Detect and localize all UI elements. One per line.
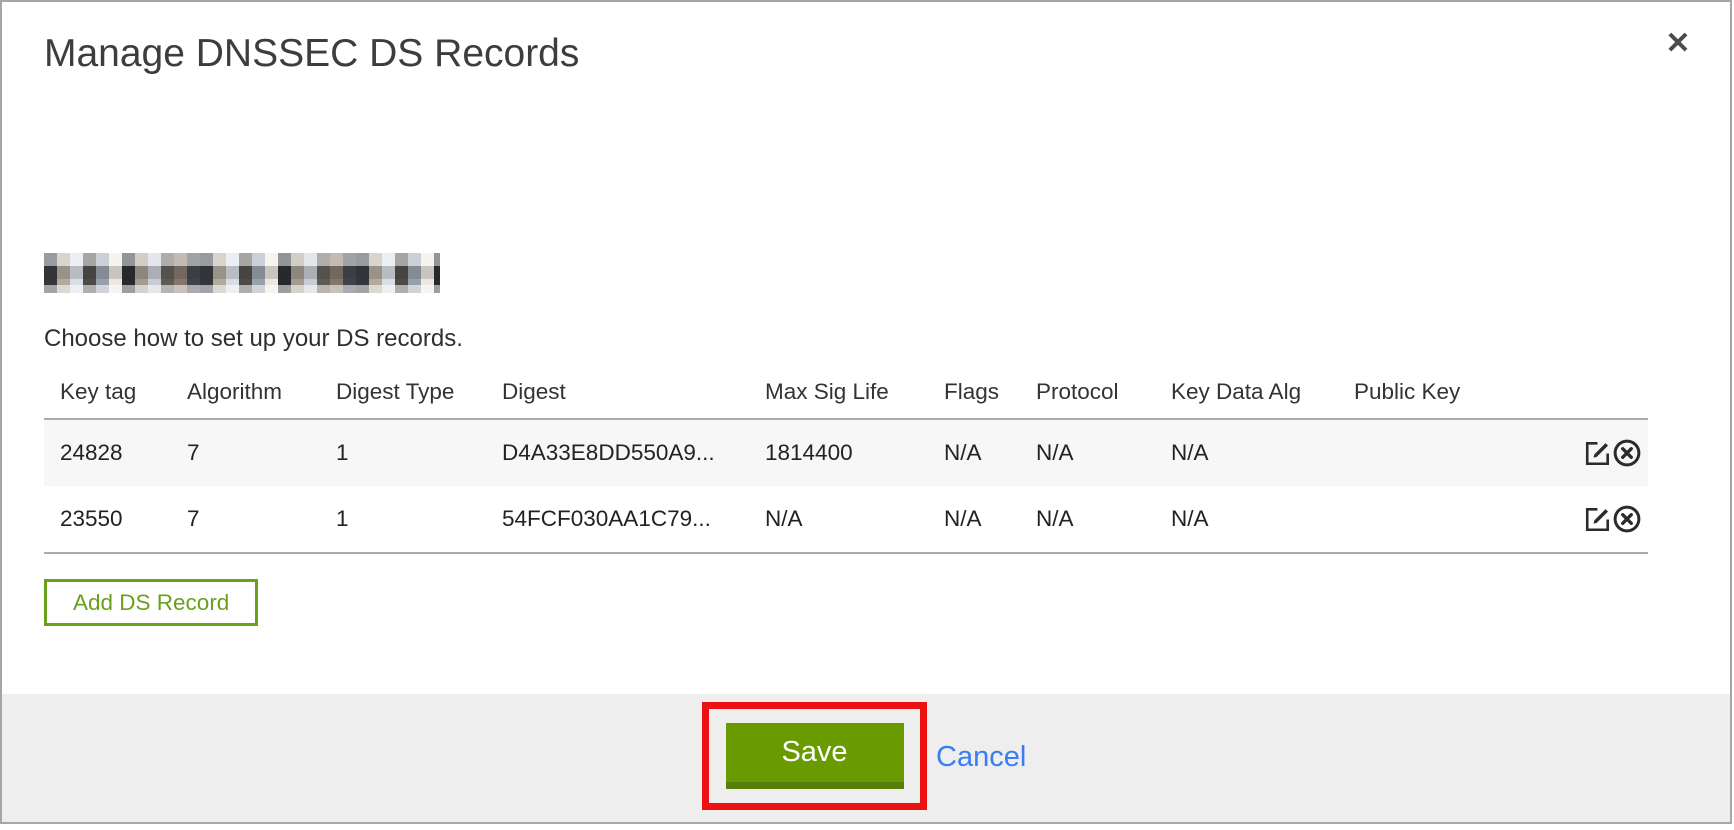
edit-icon[interactable] [1584,505,1612,533]
dialog-footer: Save Cancel [2,694,1730,822]
cell-max-sig-life: 1814400 [749,419,928,486]
close-icon[interactable]: ✕ [1658,24,1698,64]
cell-public-key [1338,419,1529,486]
col-header-flags: Flags [928,374,1020,419]
save-button[interactable]: Save [726,723,904,789]
cell-algorithm: 7 [171,486,320,553]
cell-digest-type: 1 [320,419,486,486]
col-header-algorithm: Algorithm [171,374,320,419]
manage-dnssec-dialog: Manage DNSSEC DS Records ✕ Choose how to… [0,0,1732,824]
delete-icon[interactable] [1612,438,1642,468]
cell-key-tag: 24828 [44,419,171,486]
cell-protocol: N/A [1020,486,1155,553]
col-header-key-tag: Key tag [44,374,171,419]
row-actions [1529,486,1648,553]
cell-flags: N/A [928,419,1020,486]
table-header-row: Key tag Algorithm Digest Type Digest Max… [44,374,1648,419]
cell-public-key [1338,486,1529,553]
setup-instruction: Choose how to set up your DS records. [44,325,463,353]
redacted-domain-name [44,253,440,293]
add-ds-record-button[interactable]: Add DS Record [44,579,258,626]
col-header-key-data-alg: Key Data Alg [1155,374,1338,419]
cancel-link[interactable]: Cancel [936,741,1026,774]
col-header-max-sig-life: Max Sig Life [749,374,928,419]
col-header-digest: Digest [486,374,749,419]
cell-digest: D4A33E8DD550A9... [486,419,749,486]
cell-digest: 54FCF030AA1C79... [486,486,749,553]
dialog-title: Manage DNSSEC DS Records [44,32,579,76]
cell-key-data-alg: N/A [1155,419,1338,486]
col-header-protocol: Protocol [1020,374,1155,419]
table-row: 23550 7 1 54FCF030AA1C79... N/A N/A N/A … [44,486,1648,553]
cell-key-tag: 23550 [44,486,171,553]
col-header-actions [1529,374,1648,419]
col-header-public-key: Public Key [1338,374,1529,419]
delete-icon[interactable] [1612,504,1642,534]
cell-digest-type: 1 [320,486,486,553]
ds-records-table: Key tag Algorithm Digest Type Digest Max… [44,374,1648,554]
table-row: 24828 7 1 D4A33E8DD550A9... 1814400 N/A … [44,419,1648,486]
row-actions [1529,419,1648,486]
cell-key-data-alg: N/A [1155,486,1338,553]
col-header-digest-type: Digest Type [320,374,486,419]
cell-flags: N/A [928,486,1020,553]
edit-icon[interactable] [1584,439,1612,467]
cell-protocol: N/A [1020,419,1155,486]
cell-algorithm: 7 [171,419,320,486]
annotation-highlight-box: Save [702,702,927,810]
cell-max-sig-life: N/A [749,486,928,553]
